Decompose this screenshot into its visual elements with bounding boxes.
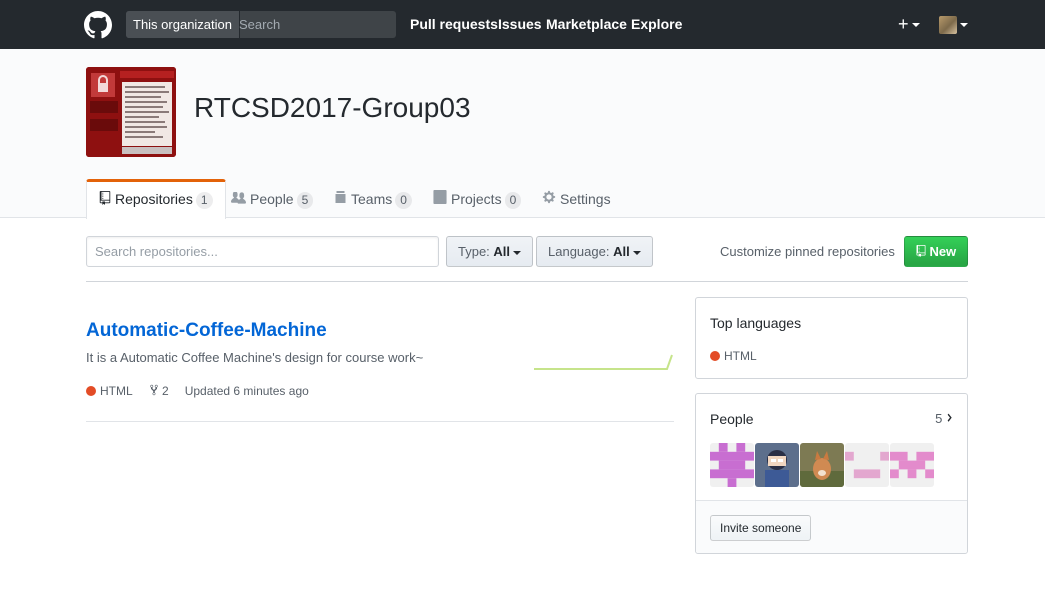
language-color-dot xyxy=(86,386,96,396)
people-box-footer: Invite someone xyxy=(696,500,967,553)
tab-label: People xyxy=(250,191,294,207)
type-filter-dropdown[interactable]: Type: All xyxy=(446,236,534,267)
people-box: People 5 Invite someone xyxy=(695,393,968,554)
tab-counter: 5 xyxy=(296,192,314,209)
tab-teams[interactable]: Teams 0 xyxy=(322,179,424,219)
github-logo-icon[interactable] xyxy=(84,11,112,39)
org-header: RTCSD2017-Group03 Repositories 1 People 5 … xyxy=(0,49,1045,219)
language-filter-value: All xyxy=(613,244,630,259)
avatar[interactable] xyxy=(890,443,934,487)
tab-label: Teams xyxy=(351,191,393,207)
repository-search-input[interactable] xyxy=(86,236,439,267)
people-count: 5 xyxy=(935,411,943,426)
tab-label: Projects xyxy=(451,191,502,207)
chevron-down-icon xyxy=(513,250,522,255)
search-input[interactable] xyxy=(233,11,396,38)
avatar[interactable] xyxy=(710,443,754,487)
tab-counter: 1 xyxy=(195,192,213,209)
repo-icon xyxy=(916,244,930,259)
repo-description: It is a Automatic Coffee Machine's desig… xyxy=(86,350,424,365)
tab-label: Repositories xyxy=(115,191,193,207)
tab-settings[interactable]: Settings xyxy=(530,179,623,219)
type-filter-value: All xyxy=(493,244,511,259)
nav-pull-requests[interactable]: Pull requests xyxy=(410,16,498,32)
tab-counter: 0 xyxy=(504,192,522,209)
tab-label: Settings xyxy=(560,191,611,207)
fork-count: 2 xyxy=(162,384,169,398)
chevron-down-icon xyxy=(960,23,968,28)
people-title: People xyxy=(710,411,754,427)
nav-marketplace[interactable]: Marketplace xyxy=(546,16,627,32)
page-title: RTCSD2017-Group03 xyxy=(194,92,471,123)
create-new-menu[interactable]: + xyxy=(898,14,920,34)
plus-icon: + xyxy=(898,14,909,34)
people-icon xyxy=(231,180,246,220)
top-languages-box: Top languages HTML xyxy=(695,297,968,379)
user-menu[interactable] xyxy=(939,16,968,35)
language-color-dot xyxy=(710,351,720,361)
invite-someone-button[interactable]: Invite someone xyxy=(710,515,812,541)
repo-language: HTML xyxy=(100,384,133,398)
gear-icon xyxy=(542,180,556,220)
nav-explore[interactable]: Explore xyxy=(631,16,682,32)
chevron-right-icon xyxy=(947,413,952,422)
tab-counter: 0 xyxy=(395,192,412,209)
language-name: HTML xyxy=(724,349,757,363)
fork-count-link[interactable]: 2 xyxy=(149,384,169,398)
global-header: This organization Pull requests Issues M… xyxy=(0,0,1045,49)
people-count-link[interactable]: 5 xyxy=(935,411,953,426)
type-filter-label: Type: xyxy=(458,244,490,259)
avatar[interactable] xyxy=(755,443,799,487)
avatar xyxy=(939,16,957,35)
new-repository-button[interactable]: New xyxy=(904,236,968,267)
fork-icon xyxy=(149,384,158,396)
repo-icon xyxy=(99,183,111,218)
repo-updated: Updated 6 minutes ago xyxy=(184,384,309,398)
teams-icon xyxy=(334,180,347,220)
nav-issues[interactable]: Issues xyxy=(498,16,542,32)
member-avatars xyxy=(710,443,934,487)
org-avatar xyxy=(86,67,176,157)
new-button-label: New xyxy=(929,244,957,259)
chevron-down-icon xyxy=(632,250,641,255)
tab-projects[interactable]: Projects 0 xyxy=(421,179,533,219)
customize-pinned-link[interactable]: Customize pinned repositories xyxy=(720,244,895,259)
tab-repositories[interactable]: Repositories 1 xyxy=(86,179,226,219)
language-filter-dropdown[interactable]: Language: All xyxy=(536,236,653,267)
avatar[interactable] xyxy=(800,443,844,487)
activity-sparkline xyxy=(534,354,673,370)
divider xyxy=(86,421,674,422)
project-icon xyxy=(433,180,447,220)
divider xyxy=(86,281,968,282)
tab-people[interactable]: People 5 xyxy=(219,179,325,219)
language-item[interactable]: HTML xyxy=(710,349,757,363)
top-languages-title: Top languages xyxy=(710,315,802,331)
chevron-down-icon xyxy=(911,23,920,28)
repo-title-link[interactable]: Automatic-Coffee-Machine xyxy=(86,320,327,342)
avatar[interactable] xyxy=(845,443,889,487)
language-filter-label: Language: xyxy=(548,244,610,259)
search-scope-label[interactable]: This organization xyxy=(126,11,240,38)
repo-meta: HTML 2 Updated 6 minutes ago xyxy=(86,384,309,398)
